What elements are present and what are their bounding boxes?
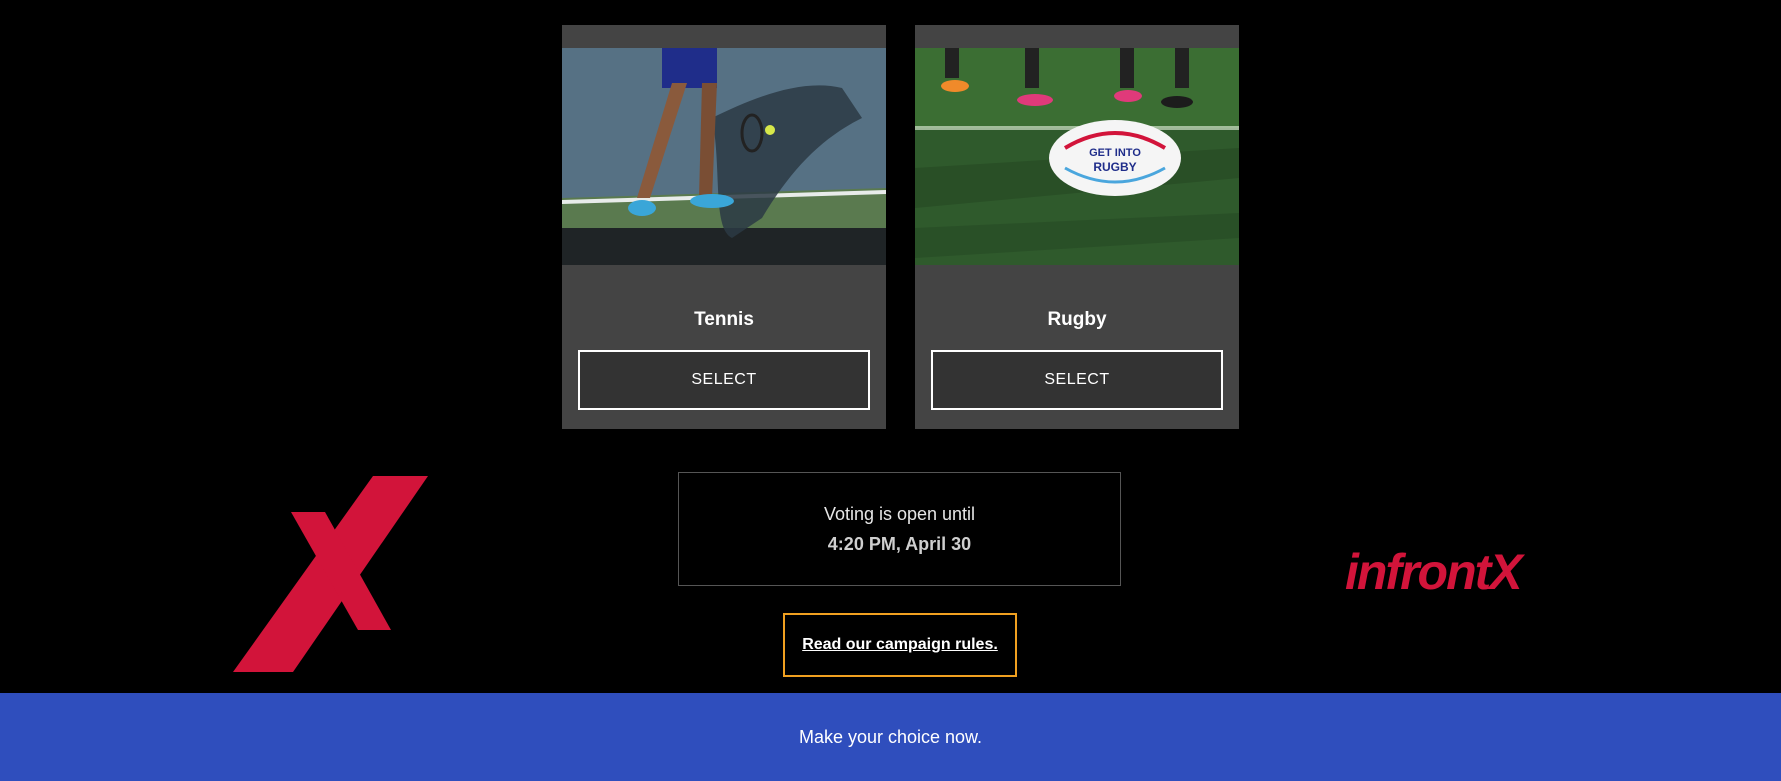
infrontx-wordmark: infrontX <box>1345 544 1525 600</box>
sport-card-rugby: GET INTO RUGBY Rugby SELECT <box>915 25 1239 429</box>
voting-label: Voting is open until <box>823 504 976 524</box>
footer-banner: Make your choice now. <box>0 693 1781 781</box>
card-title-rugby: Rugby <box>1047 309 1107 330</box>
footer-text: Make your choice now. <box>798 726 983 747</box>
rugby-photo: GET INTO RUGBY <box>915 48 1239 265</box>
card-title-tennis: Tennis <box>694 309 754 330</box>
x-logo-icon <box>233 474 428 674</box>
svg-text:GET INTO: GET INTO <box>1089 147 1141 159</box>
voting-deadline-box: Voting is open until 4:20 PM, April 30 <box>678 472 1121 586</box>
tennis-photo <box>562 48 886 265</box>
svg-text:RUGBY: RUGBY <box>1093 160 1136 174</box>
voting-deadline: 4:20 PM, April 30 <box>827 534 972 554</box>
campaign-rules-link[interactable]: Read our campaign rules. <box>783 613 1017 677</box>
select-rugby-button[interactable]: SELECT <box>931 350 1223 410</box>
infrontx-logo: infrontX <box>1345 521 1580 613</box>
sport-card-tennis: Tennis SELECT <box>562 25 886 429</box>
select-tennis-button[interactable]: SELECT <box>578 350 870 410</box>
